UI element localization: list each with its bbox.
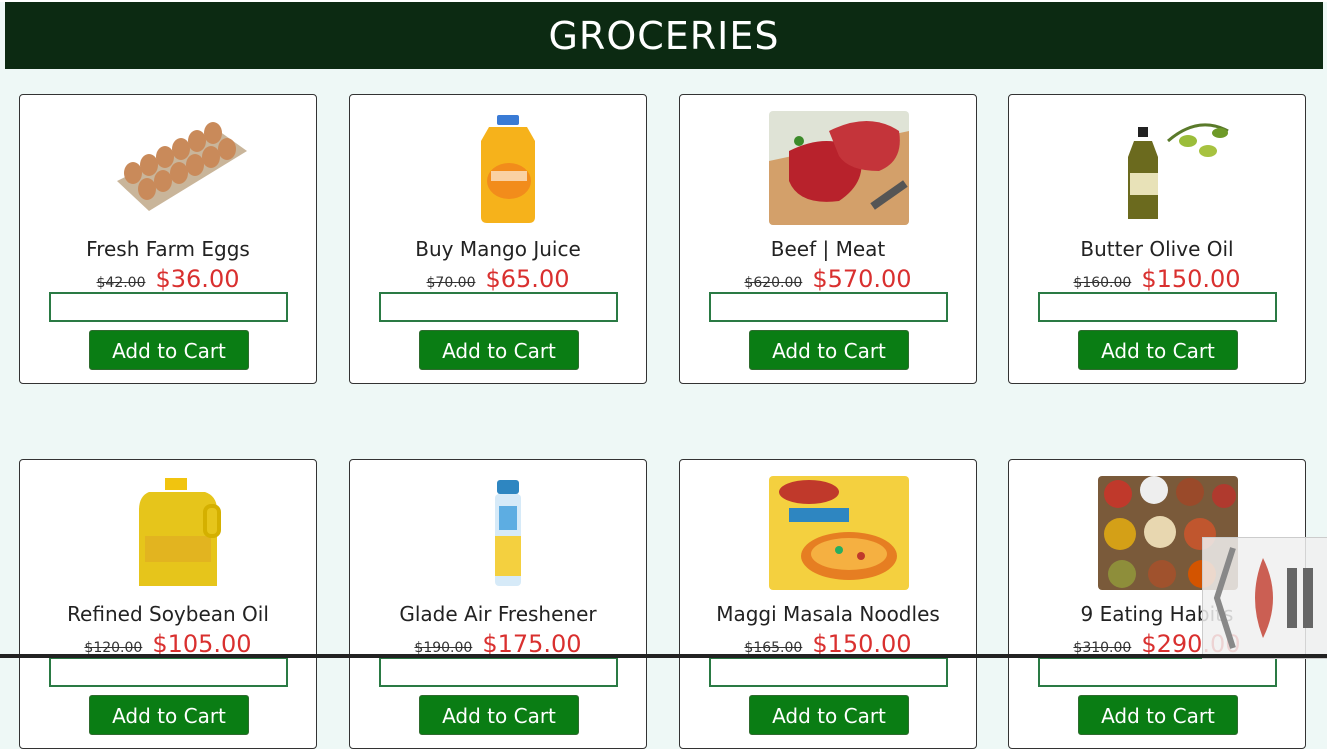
product-image-eggs[interactable] <box>109 111 249 225</box>
product-prices: $70.00 $65.00 <box>350 265 646 293</box>
product-prices: $42.00 $36.00 <box>20 265 316 293</box>
product-name: Glade Air Freshener <box>399 602 597 626</box>
bottom-scroll-edge <box>0 654 1327 658</box>
product-prices: $160.00 $150.00 <box>1009 265 1305 293</box>
product-card-beef: Beef | Meat $620.00 $570.00 Add to Cart <box>679 94 977 384</box>
watermark-logo <box>1202 537 1327 659</box>
product-name: Refined Soybean Oil <box>67 602 269 626</box>
product-image-soybean-oil[interactable] <box>109 476 249 590</box>
old-price: $620.00 <box>744 275 803 291</box>
product-prices: $620.00 $570.00 <box>680 265 976 293</box>
product-image-olive-oil[interactable] <box>1098 111 1238 225</box>
add-to-cart-button[interactable]: Add to Cart <box>419 695 579 735</box>
product-card-eggs: Fresh Farm Eggs $42.00 $36.00 Add to Cart <box>19 94 317 384</box>
add-to-cart-button[interactable]: Add to Cart <box>89 330 249 370</box>
current-price: $36.00 <box>155 265 240 293</box>
quantity-input[interactable] <box>49 657 288 687</box>
product-name: Butter Olive Oil <box>1080 237 1234 261</box>
add-to-cart-button[interactable]: Add to Cart <box>1078 330 1238 370</box>
current-price: $570.00 <box>812 265 912 293</box>
add-to-cart-button[interactable]: Add to Cart <box>749 330 909 370</box>
old-price: $160.00 <box>1073 275 1132 291</box>
product-card-olive-oil: Butter Olive Oil $160.00 $150.00 Add to C… <box>1008 94 1306 384</box>
product-card-soybean-oil: Refined Soybean Oil $120.00 $105.00 Add t… <box>19 459 317 749</box>
page-header: GROCERIES <box>5 2 1323 69</box>
page-title: GROCERIES <box>548 13 780 58</box>
product-image-air-freshener[interactable] <box>439 476 579 590</box>
product-name: Fresh Farm Eggs <box>86 237 250 261</box>
current-price: $150.00 <box>1141 265 1241 293</box>
add-to-cart-button[interactable]: Add to Cart <box>89 695 249 735</box>
add-to-cart-button[interactable]: Add to Cart <box>1078 695 1238 735</box>
quantity-input[interactable] <box>1038 292 1277 322</box>
product-name: Buy Mango Juice <box>415 237 581 261</box>
quantity-input[interactable] <box>1038 657 1277 687</box>
quantity-input[interactable] <box>49 292 288 322</box>
current-price: $65.00 <box>485 265 570 293</box>
product-card-maggi-noodles: Maggi Masala Noodles $165.00 $150.00 Add … <box>679 459 977 749</box>
add-to-cart-button[interactable]: Add to Cart <box>749 695 909 735</box>
quantity-input[interactable] <box>379 657 618 687</box>
old-price: $70.00 <box>426 275 476 291</box>
quantity-input[interactable] <box>709 657 948 687</box>
product-image-mango-juice[interactable] <box>439 111 579 225</box>
product-card-mango-juice: Buy Mango Juice $70.00 $65.00 Add to Cart <box>349 94 647 384</box>
add-to-cart-button[interactable]: Add to Cart <box>419 330 579 370</box>
product-name: Maggi Masala Noodles <box>716 602 940 626</box>
quantity-input[interactable] <box>709 292 948 322</box>
quantity-input[interactable] <box>379 292 618 322</box>
product-card-air-freshener: Glade Air Freshener $190.00 $175.00 Add t… <box>349 459 647 749</box>
product-image-beef[interactable] <box>769 111 909 225</box>
product-name: Beef | Meat <box>770 237 886 261</box>
old-price: $42.00 <box>96 275 146 291</box>
product-image-maggi-noodles[interactable] <box>769 476 909 590</box>
